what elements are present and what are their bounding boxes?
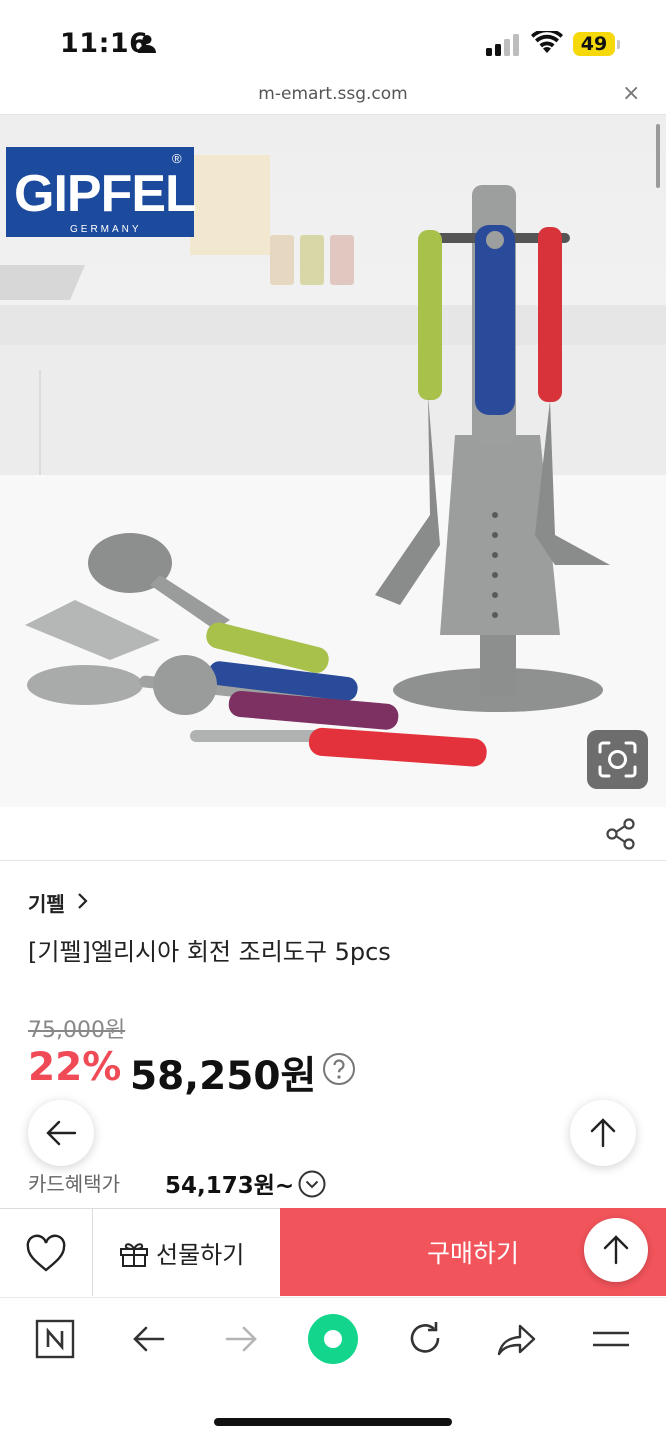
status-time: 11:16: [60, 28, 149, 59]
gift-label[interactable]: 선물하기: [156, 1235, 244, 1270]
scrollbar[interactable]: [656, 124, 660, 188]
back-arrow-icon[interactable]: [126, 1316, 172, 1362]
home-indicator: [214, 1418, 452, 1426]
camera-scan-icon: [598, 741, 637, 778]
gift-icon: [119, 1240, 149, 1272]
image-search-button[interactable]: [587, 730, 648, 789]
brand-link[interactable]: 기펠: [28, 888, 65, 917]
battery-icon: 49: [573, 32, 615, 56]
arrow-left-icon: [46, 1120, 77, 1146]
naver-n-icon[interactable]: [32, 1316, 78, 1362]
share-arrow-icon[interactable]: [494, 1316, 540, 1362]
forward-arrow-icon[interactable]: [218, 1316, 264, 1362]
scroll-top-button-2[interactable]: [584, 1218, 648, 1282]
svg-text:®: ®: [172, 151, 182, 166]
product-title: [기펠]엘리시아 회전 조리도구 5pcs: [28, 938, 391, 966]
sale-price: 58,250원: [130, 1054, 317, 1099]
card-benefit-price: 54,173원~: [165, 1173, 295, 1199]
back-button[interactable]: [28, 1100, 94, 1166]
arrow-up-icon: [590, 1118, 616, 1148]
product-image[interactable]: GIPFEL GERMANY ®: [0, 115, 666, 807]
reload-icon[interactable]: [402, 1316, 448, 1362]
chevron-down-icon[interactable]: [298, 1170, 326, 1202]
chevron-right-icon[interactable]: [76, 890, 90, 916]
address-bar[interactable]: m-emart.ssg.com ×: [0, 80, 666, 115]
url-text[interactable]: m-emart.ssg.com: [0, 84, 666, 104]
scroll-top-button[interactable]: [570, 1100, 636, 1166]
svg-text:GIPFEL: GIPFEL: [14, 165, 196, 223]
share-row: [0, 807, 666, 861]
wishlist-button[interactable]: [0, 1208, 93, 1296]
share-icon[interactable]: [604, 817, 638, 855]
discount-rate: 22%: [28, 1045, 122, 1090]
menu-icon[interactable]: [588, 1316, 634, 1362]
heart-icon: [26, 1234, 66, 1272]
svg-text:GERMANY: GERMANY: [70, 224, 142, 235]
arrow-up-icon: [603, 1235, 629, 1265]
question-icon[interactable]: [322, 1052, 356, 1090]
person-icon: [137, 34, 157, 58]
card-benefit-label: 카드혜택가: [28, 1172, 120, 1196]
original-price: 75,000원: [28, 1018, 126, 1043]
battery-cap: [617, 40, 620, 49]
wifi-icon: [531, 28, 563, 59]
close-icon[interactable]: ×: [622, 81, 640, 106]
green-dot-icon[interactable]: [308, 1314, 358, 1364]
signal-icon: [486, 34, 520, 60]
